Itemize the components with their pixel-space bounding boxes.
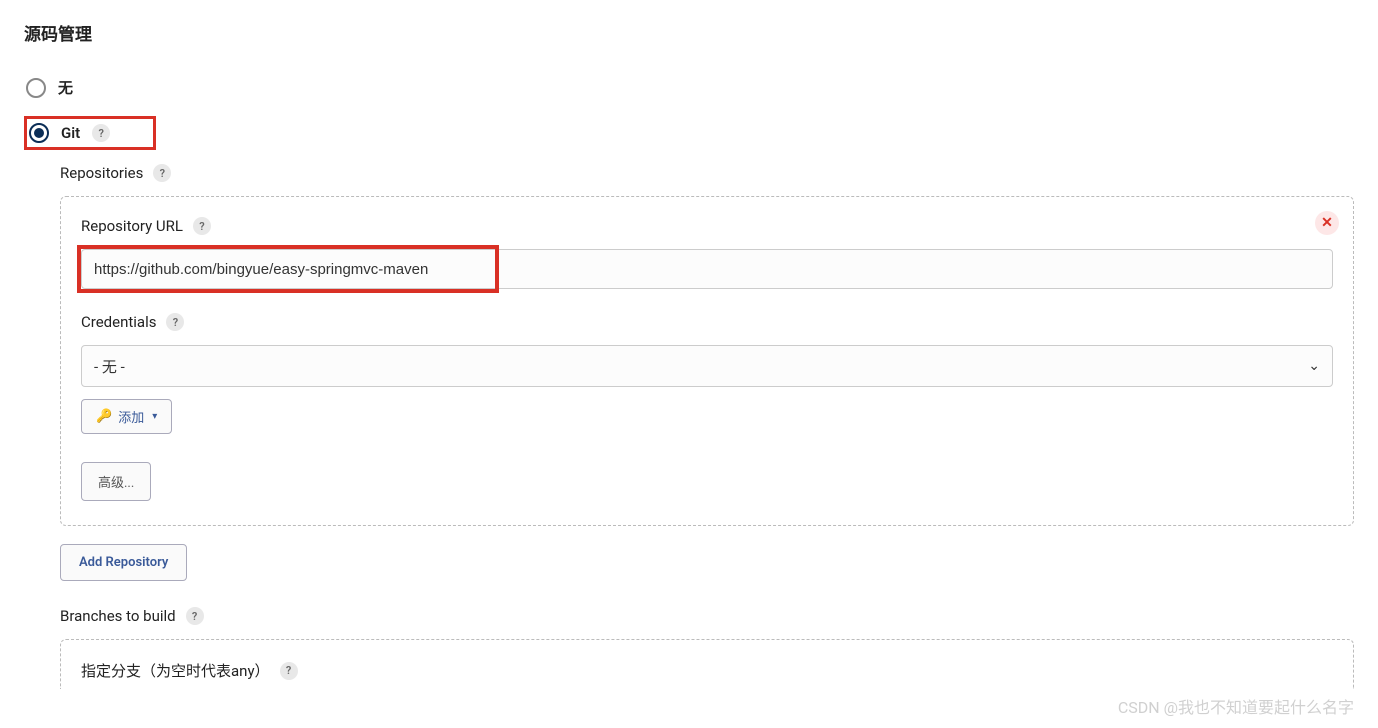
credentials-select[interactable]: - 无 - ⌄ bbox=[81, 345, 1333, 387]
help-icon[interactable]: ? bbox=[186, 607, 204, 625]
repo-url-label: Repository URL bbox=[81, 217, 183, 235]
branches-label-row: Branches to build ? bbox=[60, 607, 1354, 625]
close-icon[interactable]: ✕ bbox=[1315, 211, 1339, 235]
key-icon: 🔑 bbox=[96, 409, 112, 424]
repositories-label: Repositories bbox=[60, 164, 143, 182]
branch-specifier-label: 指定分支（为空时代表any） bbox=[81, 660, 270, 681]
add-credentials-button[interactable]: 🔑 添加 ▾ bbox=[81, 399, 172, 434]
help-icon[interactable]: ? bbox=[166, 313, 184, 331]
scm-option-none[interactable]: 无 bbox=[24, 73, 1354, 102]
help-icon[interactable]: ? bbox=[280, 662, 298, 680]
add-credentials-label: 添加 bbox=[118, 407, 144, 426]
help-icon[interactable]: ? bbox=[92, 124, 110, 142]
radio-checked-icon bbox=[29, 123, 49, 143]
help-icon[interactable]: ? bbox=[193, 217, 211, 235]
credentials-label: Credentials bbox=[81, 313, 156, 331]
advanced-button-label: 高级... bbox=[98, 472, 134, 491]
repository-entry: ✕ Repository URL ? Credentials ? - 无 - ⌄… bbox=[60, 196, 1354, 526]
scm-option-git-label: Git bbox=[61, 124, 80, 142]
credentials-selected-value: - 无 - bbox=[94, 356, 125, 377]
advanced-button[interactable]: 高级... bbox=[81, 462, 151, 501]
scm-option-git[interactable]: Git ? bbox=[24, 116, 156, 150]
section-title: 源码管理 bbox=[24, 20, 1354, 45]
repo-url-label-row: Repository URL ? bbox=[81, 217, 1333, 235]
help-icon[interactable]: ? bbox=[153, 164, 171, 182]
add-repository-label: Add Repository bbox=[79, 555, 168, 570]
branch-specifier-label-row: 指定分支（为空时代表any） ? bbox=[81, 660, 1333, 681]
scm-option-none-label: 无 bbox=[58, 77, 73, 98]
repo-url-input-wrap bbox=[81, 249, 1333, 289]
branch-entry: 指定分支（为空时代表any） ? bbox=[60, 639, 1354, 689]
branches-label: Branches to build bbox=[60, 607, 176, 625]
chevron-down-icon: ⌄ bbox=[1308, 358, 1320, 374]
watermark: CSDN @我也不知道要起什么名字 bbox=[1118, 694, 1354, 718]
radio-unchecked-icon bbox=[26, 78, 46, 98]
repositories-label-row: Repositories ? bbox=[60, 164, 1354, 182]
credentials-label-row: Credentials ? bbox=[81, 313, 1333, 331]
repositories-section: Repositories ? ✕ Repository URL ? Creden… bbox=[60, 164, 1354, 689]
caret-down-icon: ▾ bbox=[152, 411, 157, 422]
add-repository-button[interactable]: Add Repository bbox=[60, 544, 187, 581]
repo-url-input[interactable] bbox=[81, 249, 1333, 289]
